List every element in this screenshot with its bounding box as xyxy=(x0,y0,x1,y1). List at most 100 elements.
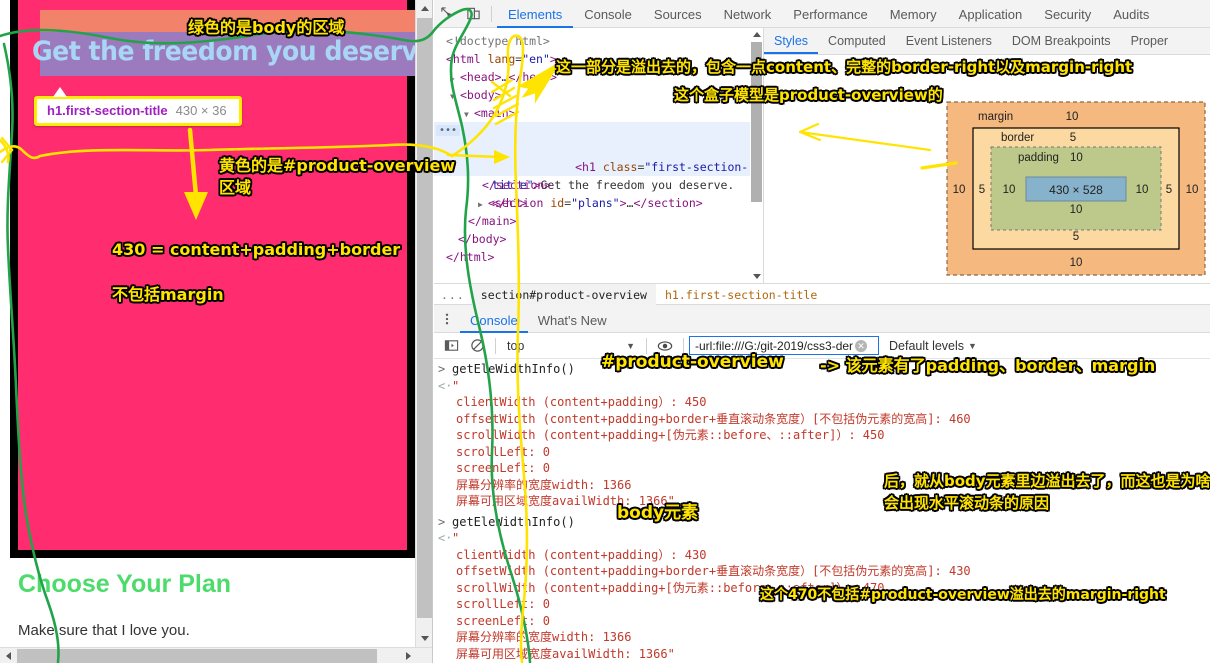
breadcrumb-item[interactable]: ... xyxy=(434,284,472,305)
sidebar-tab-styles[interactable]: Styles xyxy=(764,28,819,54)
annotation-formula: 430 = content+padding+border xyxy=(112,240,401,259)
page-preview-viewport[interactable]: Get the freedom you deserve. h1.first-se… xyxy=(0,0,433,663)
breadcrumb-item[interactable]: section#product-overview xyxy=(471,283,656,305)
dom-line-close-section[interactable]: </section> xyxy=(434,176,763,194)
box-margin-right: 10 xyxy=(1186,184,1199,196)
console-output-line: screenLeft: 0 xyxy=(456,613,550,628)
clear-console-icon[interactable] xyxy=(464,333,490,359)
console-command: getEleWidthInfo() xyxy=(452,514,575,529)
scroll-down-arrow-icon[interactable] xyxy=(416,630,432,647)
console-context-select[interactable]: top ▼ xyxy=(501,339,641,353)
console-output[interactable]: > getEleWidthInfo() <·" clientWidth (con… xyxy=(434,359,1210,659)
box-padding-label: padding xyxy=(1018,152,1059,164)
box-padding-right: 10 xyxy=(1136,184,1149,196)
tab-audits[interactable]: Audits xyxy=(1102,1,1160,28)
annotation-overflow-note: 这一部分是溢出去的，包含一点content、完整的border-right以及m… xyxy=(556,58,1133,76)
console-return-row: <·" xyxy=(438,531,460,545)
tab-security[interactable]: Security xyxy=(1033,1,1102,28)
chevron-down-icon: ▼ xyxy=(968,340,977,351)
dom-line-close-body[interactable]: </body> xyxy=(434,230,763,248)
annotation-overflow-body-2: 会出现水平滚动条的原因 xyxy=(884,494,1050,512)
dom-line-plans[interactable]: ▶ <section id="plans">…</section> xyxy=(434,194,763,212)
box-border-left: 5 xyxy=(979,184,985,196)
box-margin-top: 10 xyxy=(1066,111,1079,123)
box-padding-bottom: 10 xyxy=(1070,204,1083,216)
box-padding-left: 10 xyxy=(1003,184,1016,196)
box-border-right: 5 xyxy=(1166,184,1172,196)
styles-sidebar-tabs: Styles Computed Event Listeners DOM Breakpo… xyxy=(764,28,1210,55)
dom-line[interactable]: <!doctype html> xyxy=(434,32,763,50)
horizontal-scroll-thumb[interactable] xyxy=(17,649,377,663)
breadcrumb[interactable]: ... section#product-overview h1.first-sect… xyxy=(434,283,1210,305)
prompt-caret-icon: > xyxy=(438,362,446,376)
console-output-line: offsetWidth (content+padding+border+垂直滚动… xyxy=(456,411,971,426)
log-levels-label: Default levels xyxy=(889,338,965,353)
dom-line-close-html[interactable]: </html> xyxy=(434,248,763,266)
console-log-levels-select[interactable]: Default levels ▼ xyxy=(889,339,977,353)
inspect-element-icon[interactable] xyxy=(434,1,460,27)
console-command: getEleWidthInfo() xyxy=(452,362,575,376)
drawer-more-options-icon[interactable] xyxy=(434,306,460,332)
highlight-selector: h1.first-section-title xyxy=(47,103,168,118)
annotation-yellow-po: 黄色的是#product-overview xyxy=(219,156,456,175)
sidebar-tab-dom-breakpoints[interactable]: DOM Breakpoints xyxy=(1002,28,1121,54)
toolbar-divider xyxy=(491,5,492,22)
vertical-scroll-thumb[interactable] xyxy=(417,18,432,618)
plans-heading: Choose Your Plan xyxy=(18,570,232,598)
console-command-row[interactable]: > getEleWidthInfo() xyxy=(434,514,1210,531)
annotation-yellow-po-2: 区域 xyxy=(219,178,252,197)
dom-line-h1[interactable]: <h1 class="first-section-title">Get the … xyxy=(434,140,763,210)
console-output-line: 屏幕分辨率的宽度width: 1366 xyxy=(456,630,632,644)
return-arrow-icon: <· xyxy=(438,378,453,393)
preview-horizontal-scrollbar[interactable] xyxy=(0,647,432,663)
console-context-value: top xyxy=(507,338,525,353)
drawer-tabs: Console What's New xyxy=(434,305,1210,333)
dom-scroll-down-icon[interactable] xyxy=(750,270,763,283)
tab-elements[interactable]: Elements xyxy=(497,1,574,28)
box-margin-bottom: 10 xyxy=(1070,257,1083,269)
box-padding-top: 10 xyxy=(1070,152,1083,164)
dom-scroll-up-icon[interactable] xyxy=(750,28,763,41)
preview-vertical-scrollbar[interactable] xyxy=(415,0,432,647)
scroll-into-view-ellipsis[interactable]: ••• xyxy=(436,125,461,136)
drawer-tab-what-s-new[interactable]: What's New xyxy=(528,306,617,333)
prompt-caret-icon: > xyxy=(438,514,446,529)
sidebar-tab-computed[interactable]: Computed xyxy=(818,28,896,54)
tab-sources[interactable]: Sources xyxy=(643,1,713,28)
clear-filter-icon[interactable]: ✕ xyxy=(855,339,868,352)
tab-console[interactable]: Console xyxy=(573,1,643,28)
drawer-tablist: Console What's New xyxy=(460,305,617,333)
drawer-tab-console[interactable]: Console xyxy=(460,306,528,333)
console-output-line: offsetWidth (content+padding+border+垂直滚动… xyxy=(456,564,971,578)
tab-performance[interactable]: Performance xyxy=(782,1,878,28)
console-output-line: 屏幕可用区域宽度availWidth: 1366" xyxy=(456,494,675,508)
sidebar-tab-proper[interactable]: Proper xyxy=(1121,28,1179,54)
console-sidebar-toggle-icon[interactable] xyxy=(438,333,464,359)
scroll-up-arrow-icon[interactable] xyxy=(416,0,432,17)
tab-application[interactable]: Application xyxy=(948,1,1034,28)
dom-line-product-overview[interactable]: •••▼<section id="product-overview"> == $… xyxy=(434,122,763,156)
console-filter-value: -url:file:///G:/git-2019/css3-der xyxy=(695,338,854,353)
tab-network[interactable]: Network xyxy=(713,1,783,28)
dom-line-main[interactable]: ▼ <main> xyxy=(434,104,763,122)
sidebar-tab-event-listeners[interactable]: Event Listeners xyxy=(896,28,1002,54)
tab-memory[interactable]: Memory xyxy=(879,1,948,28)
devtools-toolbar: Elements Console Sources Network Performance… xyxy=(434,0,1210,28)
console-output-line: 屏幕可用区域宽度availWidth: 1366" xyxy=(456,646,675,660)
devtools-main-tabs: Elements Console Sources Network Performance… xyxy=(497,0,1160,28)
chevron-down-icon: ▼ xyxy=(626,340,635,351)
scroll-left-arrow-icon[interactable] xyxy=(0,648,16,663)
annotation-boxmodel-note: 这个盒子模型是product-overview的 xyxy=(674,86,943,104)
scroll-right-arrow-icon[interactable] xyxy=(400,648,416,663)
body-element-region: Get the freedom you deserve. h1.first-se… xyxy=(10,0,432,639)
breadcrumb-item[interactable]: h1.first-section-title xyxy=(656,284,826,305)
console-output-line: clientWidth (content+padding）: 450 xyxy=(456,395,707,409)
inspector-highlight-badge: h1.first-section-title 430 × 36 xyxy=(34,87,242,126)
annotation-no-margin: 不包括margin xyxy=(112,285,224,304)
box-model-diagram: margin 10 border 5 padding 10 430 × 528 … xyxy=(946,101,1206,276)
box-border-label: border xyxy=(1001,132,1034,144)
dom-line-close-main[interactable]: </main> xyxy=(434,212,763,230)
toggle-device-toolbar-icon[interactable] xyxy=(460,1,486,27)
box-margin-label: margin xyxy=(978,111,1013,123)
hero-title: Get the freedom you deserve. xyxy=(32,36,433,67)
